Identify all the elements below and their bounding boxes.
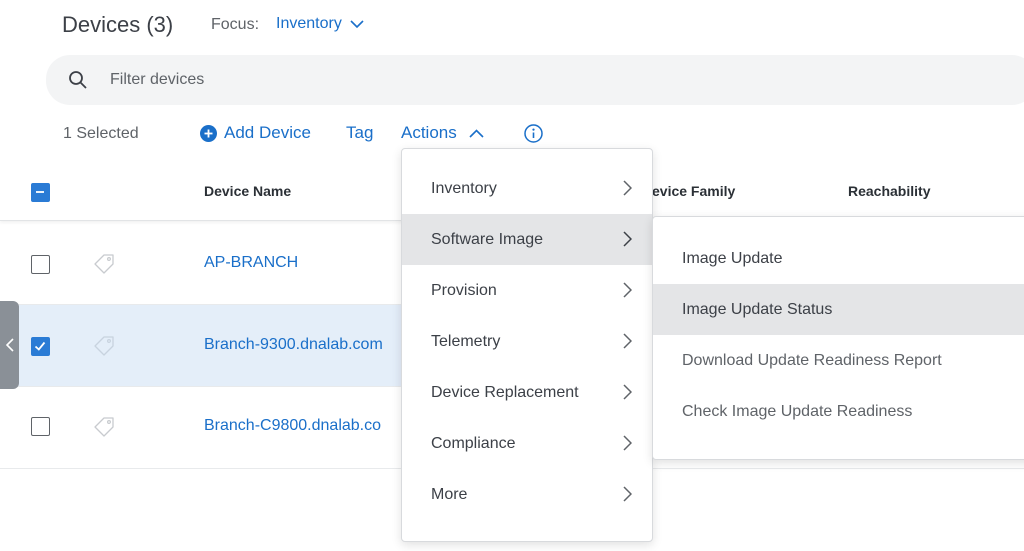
tag-button[interactable]: Tag [346, 123, 373, 143]
row-checkbox[interactable] [31, 417, 50, 436]
menu-item-label: Device Replacement [431, 383, 579, 401]
row-checkbox[interactable] [31, 255, 50, 274]
chevron-left-icon [5, 338, 14, 352]
chevron-right-icon [623, 333, 632, 349]
device-name-link[interactable]: Branch-C9800.dnalab.co [204, 417, 381, 435]
menu-item-label: Provision [431, 281, 497, 299]
menu-item-label: Software Image [431, 230, 544, 248]
submenu-item-download-readiness-report[interactable]: Download Update Readiness Report [653, 335, 1024, 386]
software-image-submenu: Image Update Image Update Status Downloa… [652, 216, 1024, 460]
menu-item-label: Inventory [431, 179, 497, 197]
tag-icon[interactable] [92, 416, 116, 438]
info-button[interactable] [524, 124, 543, 143]
select-all-checkbox[interactable] [31, 183, 50, 202]
submenu-item-image-update[interactable]: Image Update [653, 233, 1024, 284]
search-icon [69, 71, 87, 89]
actions-label: Actions [401, 123, 457, 142]
focus-label: Focus: [211, 16, 260, 33]
plus-circle-icon [200, 124, 217, 142]
menu-item-provision[interactable]: Provision [402, 265, 652, 316]
minus-icon [36, 191, 44, 193]
page-title: Devices (3) [62, 12, 174, 37]
chevron-right-icon [623, 435, 632, 451]
menu-item-software-image[interactable]: Software Image [402, 214, 652, 265]
tag-label: Tag [346, 123, 374, 142]
tag-icon[interactable] [92, 335, 116, 357]
add-device-label: Add Device [224, 123, 311, 142]
side-panel-toggle[interactable] [0, 301, 19, 389]
actions-button[interactable]: Actions [401, 123, 484, 143]
checkmark-icon [34, 341, 46, 351]
chevron-right-icon [623, 282, 632, 298]
chevron-right-icon [623, 486, 632, 502]
add-device-button[interactable]: Add Device [200, 123, 311, 143]
chevron-right-icon [623, 231, 632, 247]
menu-item-telemetry[interactable]: Telemetry [402, 316, 652, 367]
submenu-item-check-readiness[interactable]: Check Image Update Readiness [653, 386, 1024, 437]
selected-count: 1 Selected [63, 125, 139, 142]
row-checkbox[interactable] [31, 337, 50, 356]
chevron-down-icon [350, 20, 364, 29]
chevron-right-icon [623, 384, 632, 400]
menu-item-label: Telemetry [431, 332, 501, 350]
actions-menu: Inventory Software Image Provision Telem… [401, 148, 653, 542]
menu-item-device-replacement[interactable]: Device Replacement [402, 367, 652, 418]
menu-item-inventory[interactable]: Inventory [402, 163, 652, 214]
search-input[interactable] [108, 70, 808, 90]
column-header-reachability[interactable]: Reachability [848, 183, 930, 199]
menu-item-compliance[interactable]: Compliance [402, 418, 652, 469]
menu-item-more[interactable]: More [402, 469, 652, 520]
submenu-item-image-update-status[interactable]: Image Update Status [653, 284, 1024, 335]
column-header-device-family[interactable]: evice Family [652, 183, 735, 199]
device-name-link[interactable]: Branch-9300.dnalab.com [204, 336, 383, 354]
focus-dropdown[interactable]: Inventory [276, 15, 364, 33]
column-header-device-name[interactable]: Device Name [204, 183, 291, 199]
focus-value: Inventory [276, 15, 342, 32]
chevron-up-icon [469, 128, 484, 138]
menu-item-label: Compliance [431, 434, 516, 452]
chevron-right-icon [623, 180, 632, 196]
search-bar [46, 55, 1024, 105]
device-name-link[interactable]: AP-BRANCH [204, 254, 298, 272]
info-icon [524, 124, 543, 143]
menu-item-label: More [431, 485, 468, 503]
tag-icon[interactable] [92, 253, 116, 275]
